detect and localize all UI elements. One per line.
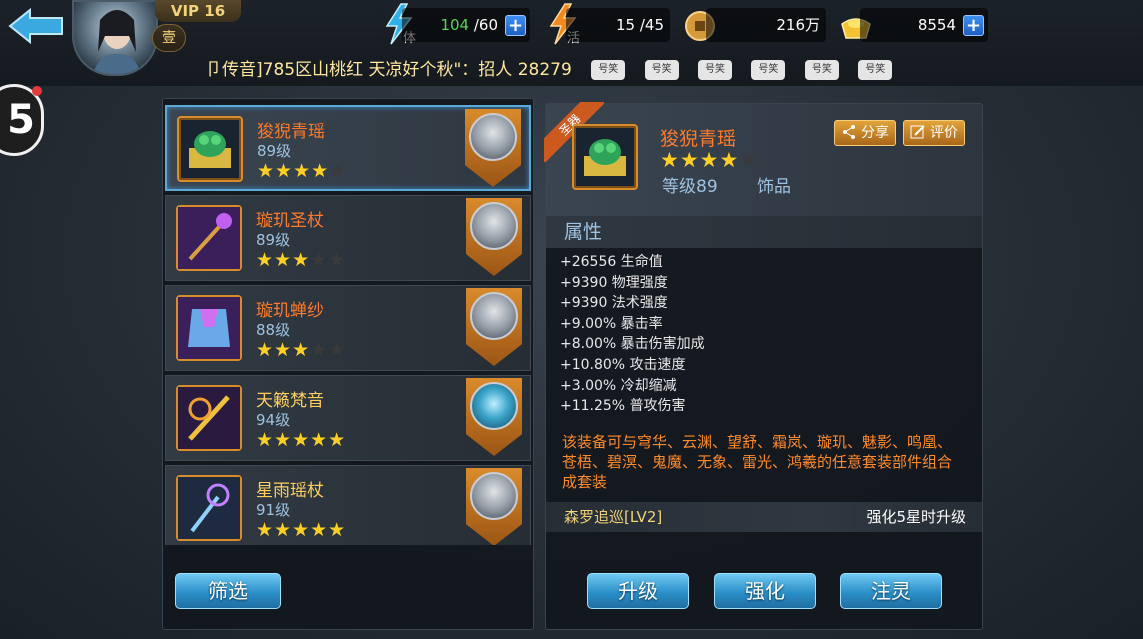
detail-header: 圣器 狻猊青瑶 ★★★★★ 等级89 饰品 分享 评价 xyxy=(544,102,982,216)
edit-icon xyxy=(910,124,926,140)
emote-icon: 号笑 xyxy=(698,60,733,80)
hero-portrait-icon xyxy=(470,382,518,430)
attribute-row: +8.00% 暴击伤害加成 xyxy=(560,336,705,353)
equipment-item[interactable]: 天籁梵音 94级 ★★★★★ xyxy=(165,375,531,461)
item-level: 89级 xyxy=(257,142,292,160)
share-button[interactable]: 分享 xyxy=(834,120,896,146)
attribute-row: +10.80% 攻击速度 xyxy=(560,356,686,373)
item-name: 天籁梵音 xyxy=(256,391,324,411)
set-bonus-row: 森罗追巡[LV2] 强化5星时升级 xyxy=(546,502,982,532)
share-icon xyxy=(841,124,857,140)
star-rating: ★★★★★ xyxy=(256,519,347,541)
gold-counter: 8554 + xyxy=(860,8,988,42)
attribute-list: +26556 生命值 +9390 物理强度 +9390 法术强度 +9.00% … xyxy=(560,252,970,417)
rate-button[interactable]: 评价 xyxy=(903,120,965,146)
activity-value: 15 /45 xyxy=(615,16,664,34)
equipment-item[interactable]: 璇玑圣杖 89级 ★★★★★ xyxy=(165,195,531,281)
attribute-row: +9390 物理强度 xyxy=(560,274,668,291)
item-name: 星雨瑶杖 xyxy=(256,481,324,501)
equipment-item[interactable]: 星雨瑶杖 91级 ★★★★★ xyxy=(165,465,531,545)
item-level: 91级 xyxy=(256,501,291,519)
emote-icon: 号笑 xyxy=(644,60,679,80)
equipment-item[interactable]: 狻猊青瑶 89级 ★★★★★ xyxy=(165,105,531,191)
notification-dot xyxy=(32,86,42,96)
detail-star-rating: ★★★★★ xyxy=(660,148,760,172)
equipped-hero-badge[interactable] xyxy=(465,109,521,187)
attribute-row: +11.25% 普攻伤害 xyxy=(560,398,686,415)
attribute-row: +26556 生命值 xyxy=(560,254,663,270)
golden-staff-icon xyxy=(176,385,242,451)
equipped-hero-badge[interactable] xyxy=(466,468,522,545)
equipment-item[interactable]: 璇玑蝉纱 88级 ★★★★★ xyxy=(165,285,531,371)
equipped-hero-badge[interactable] xyxy=(466,288,522,366)
equipped-hero-badge[interactable] xyxy=(466,378,522,456)
enhance-button[interactable]: 强化 xyxy=(714,573,816,609)
infuse-button[interactable]: 注灵 xyxy=(840,573,942,609)
star-rating: ★★★★★ xyxy=(256,339,347,361)
emote-icon: 号笑 xyxy=(858,60,893,80)
back-arrow-icon[interactable] xyxy=(8,6,64,46)
equipped-hero-badge[interactable] xyxy=(466,198,522,276)
hero-portrait-icon xyxy=(470,472,518,520)
coin-value: 216万 xyxy=(776,16,820,34)
detail-type: 饰品 xyxy=(757,177,791,197)
equipment-list-panel: 狻猊青瑶 89级 ★★★★★ 璇玑圣杖 89级 ★★★★★ 璇玑蝉纱 88级 ★… xyxy=(162,98,534,630)
silk-robe-icon xyxy=(176,295,242,361)
item-name: 璇玑蝉纱 xyxy=(256,301,324,321)
emote-icon: 号笑 xyxy=(804,60,839,80)
set-name: 森罗追巡[LV2] xyxy=(564,508,663,526)
item-level: 88级 xyxy=(256,321,291,339)
equipment-list[interactable]: 狻猊青瑶 89级 ★★★★★ 璇玑圣杖 89级 ★★★★★ 璇玑蝉纱 88级 ★… xyxy=(165,105,531,545)
stamina-value: 104 /60 xyxy=(440,16,498,34)
star-rating: ★★★★★ xyxy=(256,249,347,271)
set-note: 强化5星时升级 xyxy=(866,508,966,526)
broadcast-text: 卩传音]785区山桃红 天凉好个秋"：招人 28279 xyxy=(205,60,572,80)
equipment-detail-panel: 圣器 狻猊青瑶 ★★★★★ 等级89 饰品 分享 评价 属性 +26556 生命… xyxy=(544,102,983,630)
stamina-counter: 104 /60 + xyxy=(402,8,530,42)
attributes-header: 属性 xyxy=(546,216,982,248)
star-rating: ★★★★★ xyxy=(257,160,348,182)
attribute-row: +9.00% 暴击率 xyxy=(560,315,663,332)
add-stamina-button[interactable]: + xyxy=(505,15,526,36)
coin-counter: 216万 xyxy=(706,8,826,42)
jade-ornament-icon xyxy=(572,124,638,190)
item-name: 璇玑圣杖 xyxy=(256,211,324,231)
activity-counter: 15 /45 xyxy=(566,8,670,42)
filter-button[interactable]: 筛选 xyxy=(175,573,281,609)
star-staff-icon xyxy=(176,475,242,541)
hero-portrait-icon xyxy=(470,202,518,250)
jade-ornament-icon xyxy=(177,116,243,182)
set-description: 该装备可与穹华、云渊、望舒、霜岚、璇玑、魅影、鸣凰、苍梧、碧溟、鬼魔、无象、雷光… xyxy=(562,433,953,491)
attribute-row: +3.00% 冷却缩减 xyxy=(560,377,677,394)
detail-level: 等级89 xyxy=(662,177,718,197)
star-rating: ★★★★★ xyxy=(256,429,347,451)
attribute-row: +9390 法术强度 xyxy=(560,295,668,312)
emote-icon: 号笑 xyxy=(751,60,786,80)
hero-portrait-icon xyxy=(469,113,517,161)
item-level: 89级 xyxy=(256,231,291,249)
emote-icon: 号笑 xyxy=(591,60,626,80)
detail-item-name: 狻猊青瑶 xyxy=(660,128,737,150)
world-broadcast[interactable]: 卩传音]785区山桃红 天凉好个秋"：招人 28279 号笑 号笑 号笑 号笑 … xyxy=(0,56,1143,84)
upgrade-button[interactable]: 升级 xyxy=(587,573,689,609)
vip-level-badge: VIP 16 xyxy=(155,0,241,22)
add-gold-button[interactable]: + xyxy=(963,15,984,36)
hero-portrait-icon xyxy=(470,292,518,340)
rank-badge: 壹 xyxy=(152,24,186,52)
item-name: 狻猊青瑶 xyxy=(257,122,325,142)
staff-icon xyxy=(176,205,242,271)
gold-value: 8554 xyxy=(917,16,956,34)
item-level: 94级 xyxy=(256,411,291,429)
